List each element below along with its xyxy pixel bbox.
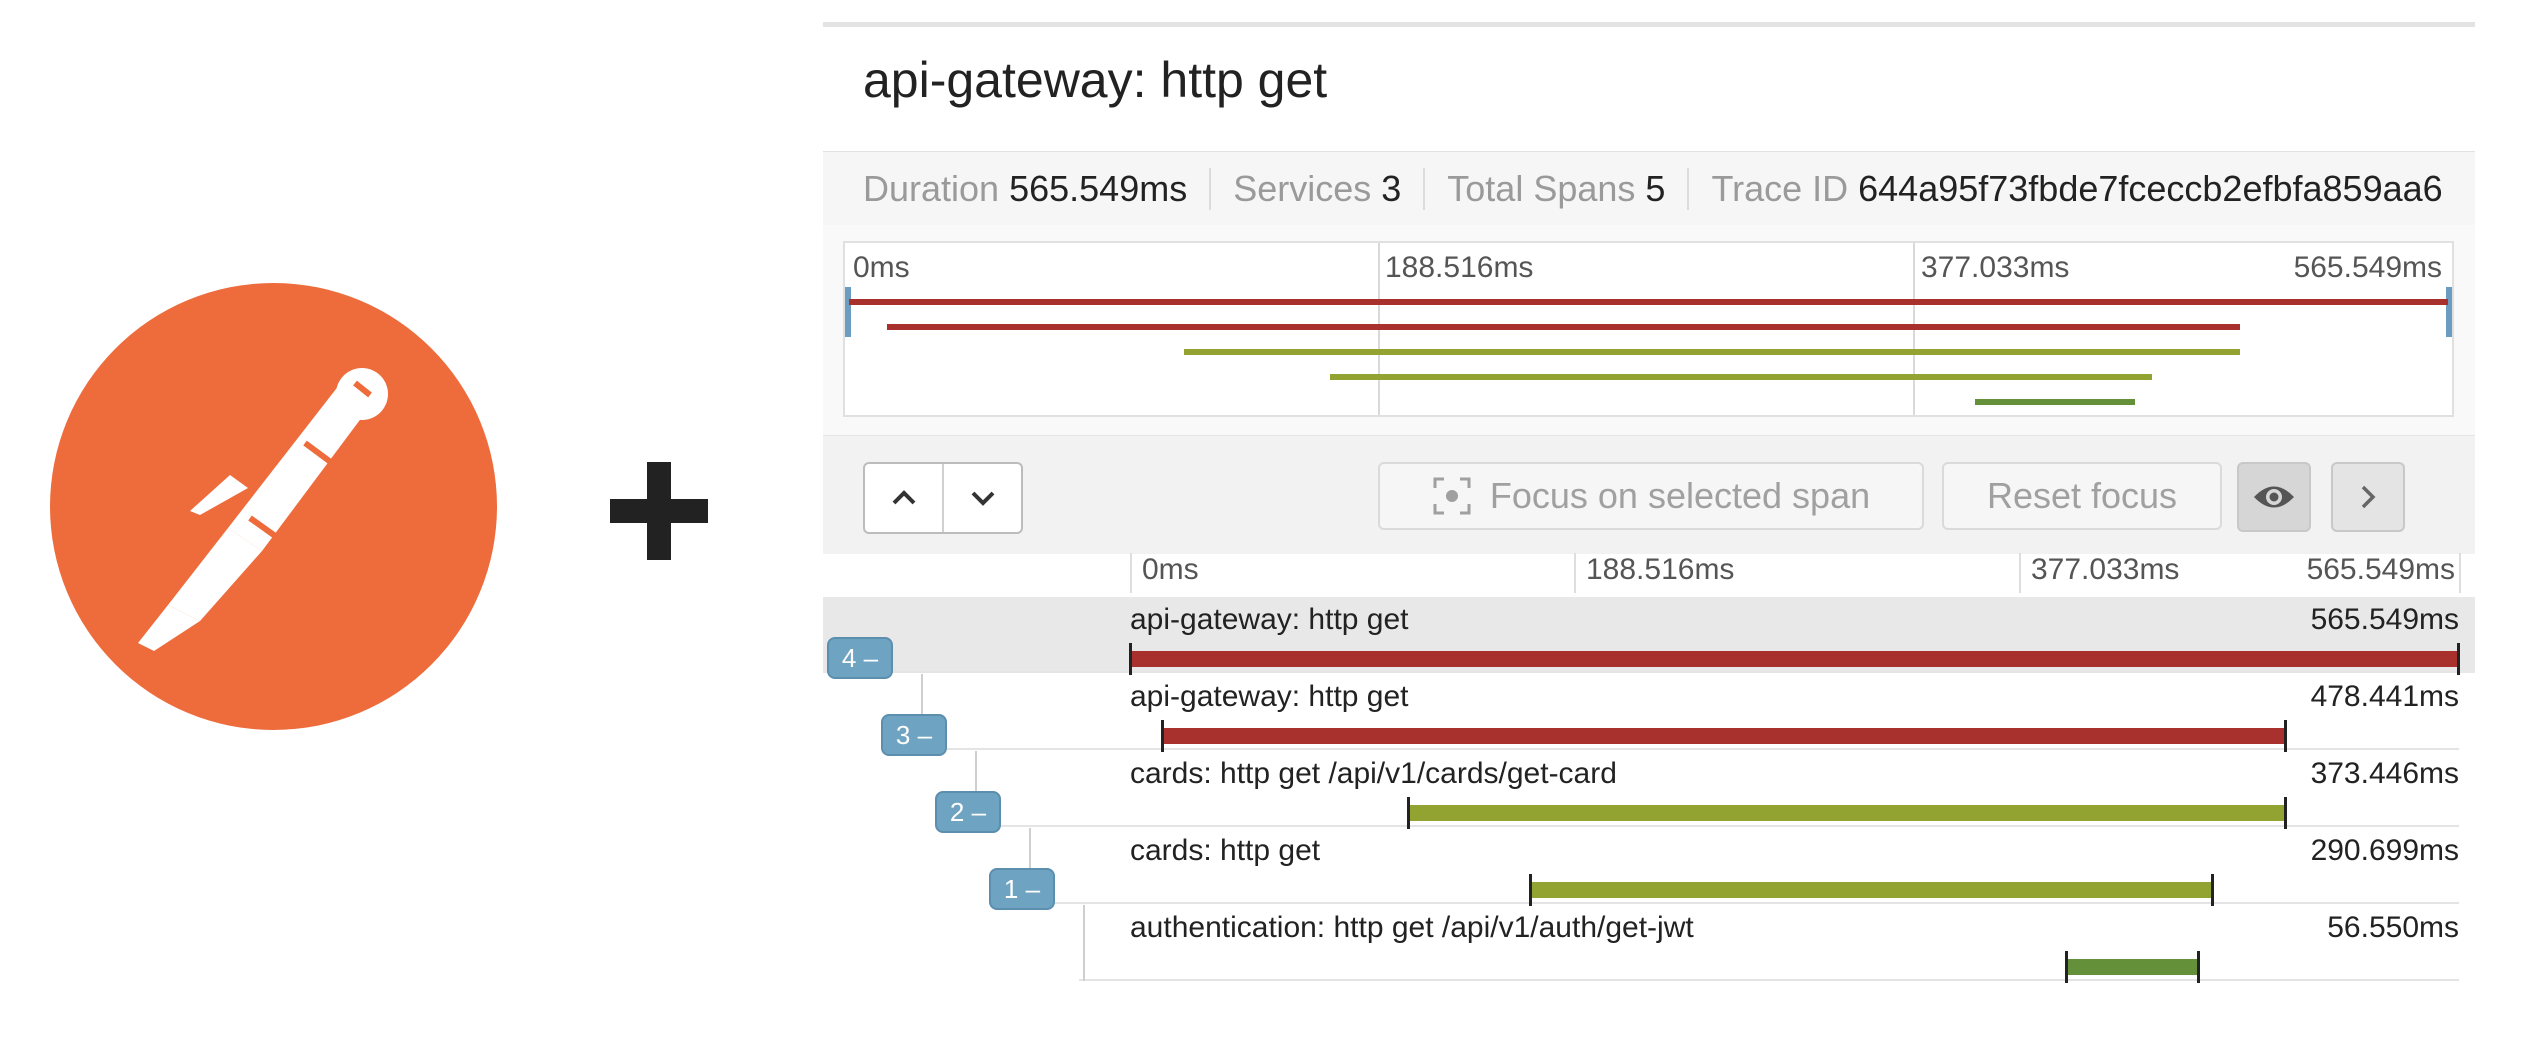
span-name: cards: http get <box>1130 834 1321 867</box>
rocket-astronaut-icon <box>138 368 388 651</box>
collapse-children-button[interactable]: 3 – <box>881 714 947 756</box>
span-bar-start-cap <box>1160 720 1164 752</box>
minimap-span-line <box>849 299 2448 305</box>
collapse-children-button[interactable]: 4 – <box>827 637 893 679</box>
span-bar-end-cap <box>2196 951 2200 983</box>
span-duration: 373.446ms <box>2310 757 2459 790</box>
span-name: authentication: http get /api/v1/auth/ge… <box>1130 911 1694 944</box>
trace-summary: Duration 565.549ms Services 3 Total Span… <box>823 151 2475 227</box>
trace-panel: api-gateway: http get Duration 565.549ms… <box>823 22 2475 995</box>
span-bar-end-cap <box>2457 643 2460 675</box>
span-bar-start-cap <box>1129 643 1132 675</box>
summary-duration: Duration 565.549ms <box>863 168 1188 209</box>
focus-selected-span-button[interactable]: Focus on selected span <box>1378 462 1924 530</box>
minimap-right-handle[interactable] <box>2446 287 2452 337</box>
plus-icon <box>610 462 708 560</box>
span-row[interactable]: cards: http get /api/v1/cards/get-card 37… <box>823 751 2475 829</box>
span-row[interactable]: cards: http get 290.699ms <box>823 828 2475 906</box>
minimap-span-line <box>887 324 2241 330</box>
minimap-tick-label: 0ms <box>853 251 910 284</box>
span-bar[interactable] <box>1160 720 2288 752</box>
eye-icon <box>2254 486 2294 508</box>
span-bar-start-cap <box>1407 797 1411 829</box>
reset-focus-button[interactable]: Reset focus <box>1942 462 2222 530</box>
timeline-tick-label: 0ms <box>1142 553 1199 586</box>
timeline-tick <box>2019 553 2021 593</box>
span-name: cards: http get /api/v1/cards/get-card <box>1130 757 1617 790</box>
minimap-span-line <box>1330 374 2153 380</box>
minimap-canvas[interactable]: 0ms 188.516ms 377.033ms 565.549ms <box>843 241 2454 417</box>
tree-connector <box>1083 905 1085 981</box>
trace-title: api-gateway: http get <box>863 52 1328 108</box>
span-row[interactable]: api-gateway: http get 478.441ms <box>823 674 2475 752</box>
minimap-tick-label: 377.033ms <box>1921 251 2070 284</box>
timeline-tick-label: 188.516ms <box>1586 553 1735 586</box>
chevron-down-icon <box>971 491 994 506</box>
span-bar-end-cap <box>2284 797 2288 829</box>
timeline-tick <box>2459 553 2461 593</box>
span-bar[interactable] <box>1129 643 2460 675</box>
row-divider <box>1025 902 2459 904</box>
span-toolbar: Focus on selected span Reset focus <box>823 435 2475 554</box>
span-duration: 478.441ms <box>2310 680 2459 713</box>
span-bar-end-cap <box>2284 720 2288 752</box>
span-bar[interactable] <box>2064 951 2200 983</box>
span-bar-start-cap <box>1529 874 1533 906</box>
minimap-left-handle[interactable] <box>845 287 851 337</box>
summary-total-spans: Total Spans 5 <box>1423 168 1687 210</box>
minimap-tick-label: 565.549ms <box>2293 251 2442 284</box>
span-name: api-gateway: http get <box>1130 680 1409 713</box>
span-duration: 56.550ms <box>2327 911 2459 944</box>
chevron-up-icon <box>892 490 915 505</box>
span-bar-start-cap <box>2064 951 2068 983</box>
span-row[interactable]: authentication: http get /api/v1/auth/ge… <box>823 905 2475 983</box>
minimap-tick-label: 188.516ms <box>1385 251 1534 284</box>
trace-minimap[interactable]: 0ms 188.516ms 377.033ms 565.549ms <box>823 225 2475 435</box>
chevron-right-icon <box>2361 485 2376 509</box>
row-divider <box>917 748 2459 750</box>
summary-services: Services 3 <box>1209 168 1423 210</box>
minimap-span-line <box>1974 399 2135 405</box>
focus-icon <box>1433 477 1471 515</box>
expand-panel-button[interactable] <box>2331 462 2405 532</box>
span-nav-group <box>863 462 1023 534</box>
span-duration: 290.699ms <box>2310 834 2459 867</box>
timeline-tick-label: 565.549ms <box>2306 553 2455 586</box>
toggle-visibility-button[interactable] <box>2237 462 2311 532</box>
span-bar[interactable] <box>1529 874 2215 906</box>
timeline-tick <box>1574 553 1576 593</box>
span-bar-end-cap <box>2211 874 2215 906</box>
timeline-tick <box>1130 553 1132 593</box>
summary-trace-id: Trace ID 644a95f73fbde7fceccb2efbfa859aa… <box>1687 168 2464 210</box>
minimap-span-line <box>1184 349 2240 355</box>
postman-logo <box>50 283 497 730</box>
span-name: api-gateway: http get <box>1130 603 1409 636</box>
row-divider <box>1079 979 2459 981</box>
row-divider <box>971 825 2459 827</box>
next-span-button[interactable] <box>942 464 1021 532</box>
previous-span-button[interactable] <box>865 464 942 532</box>
span-duration: 565.549ms <box>2310 603 2459 636</box>
timeline-tick-label: 377.033ms <box>2031 553 2180 586</box>
collapse-children-button[interactable]: 1 – <box>989 868 1055 910</box>
timeline-header: 0ms 188.516ms 377.033ms 565.549ms <box>823 553 2475 597</box>
span-row[interactable]: api-gateway: http get 565.549ms <box>823 597 2475 675</box>
span-bar[interactable] <box>1407 797 2288 829</box>
collapse-children-button[interactable]: 2 – <box>935 791 1001 833</box>
row-divider <box>863 671 2459 673</box>
